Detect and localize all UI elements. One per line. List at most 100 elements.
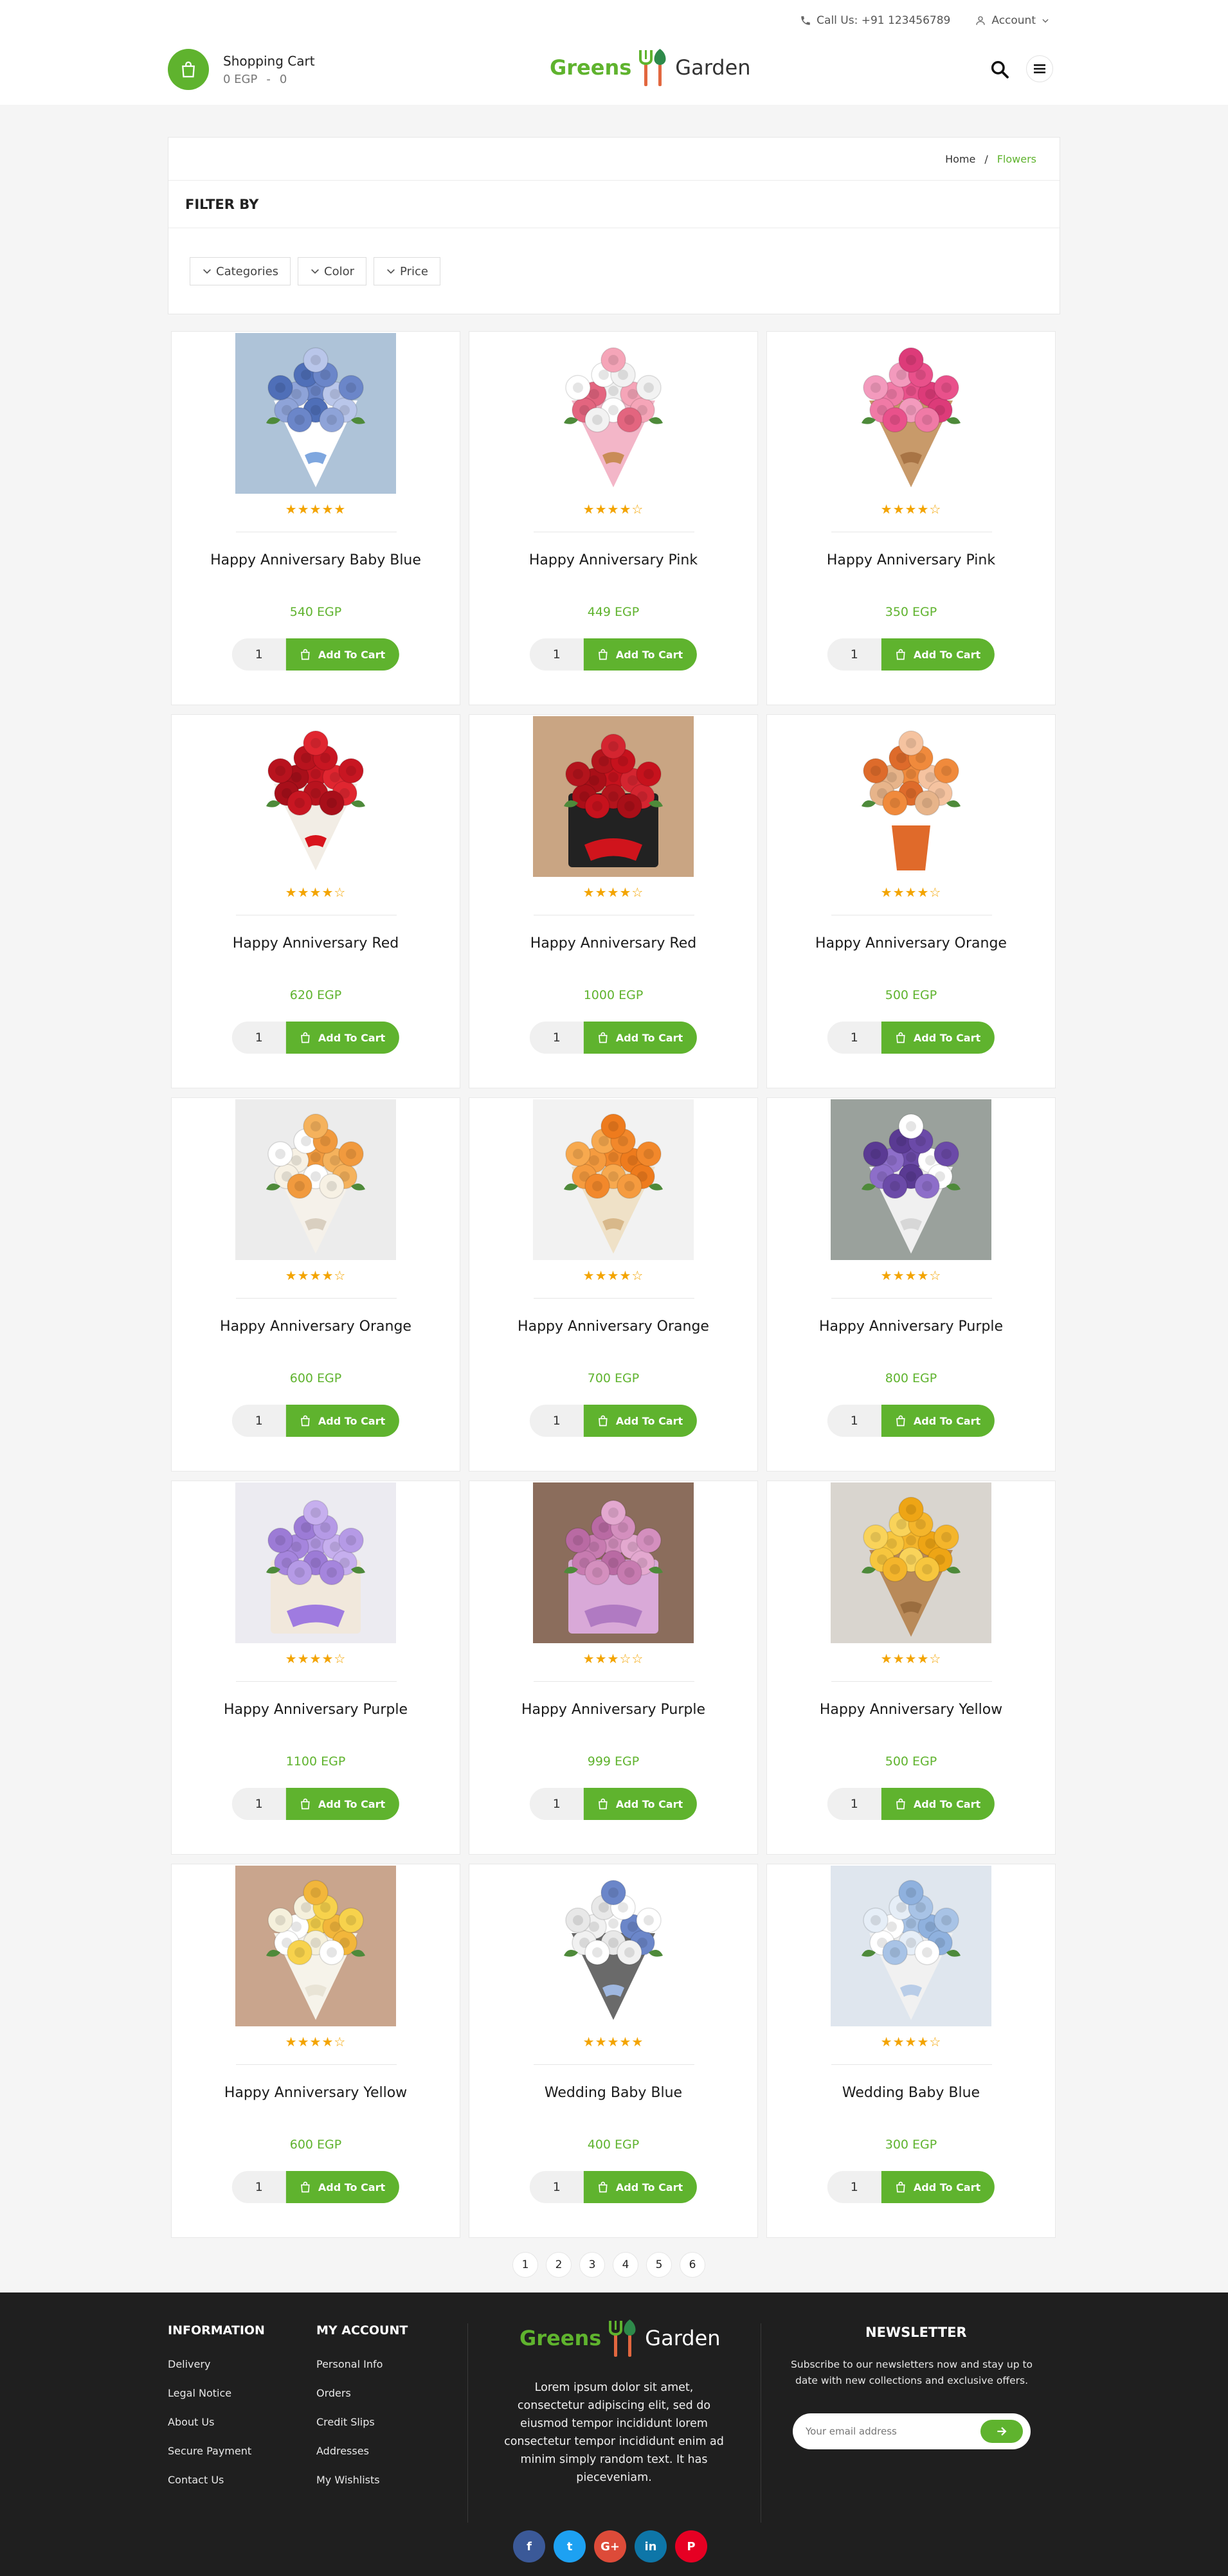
footer-link-about-us[interactable]: About Us [168, 2416, 251, 2445]
quantity-input[interactable]: 1 [529, 1788, 584, 1820]
linkedin-icon[interactable]: in [635, 2530, 667, 2562]
quantity-input[interactable]: 1 [231, 638, 286, 671]
product-image[interactable] [831, 1866, 991, 2026]
product-image[interactable] [235, 1099, 396, 1260]
footer-link-orders[interactable]: Orders [316, 2387, 383, 2416]
quantity-input[interactable]: 1 [827, 1405, 881, 1437]
product-image[interactable] [235, 716, 396, 877]
quantity-input[interactable]: 1 [827, 1788, 881, 1820]
product-image[interactable] [831, 1099, 991, 1260]
cart-icon-circle[interactable] [168, 49, 209, 90]
product-image[interactable] [831, 1482, 991, 1643]
menu-button[interactable] [1026, 55, 1053, 82]
account-menu[interactable]: Account [975, 14, 1050, 27]
product-card[interactable]: ★★★★☆ Happy Anniversary Purple 800 EGP 1 Add… [766, 1097, 1056, 1472]
product-name[interactable]: Happy Anniversary Orange [767, 935, 1055, 951]
product-card[interactable]: ★★★★★ Happy Anniversary Baby Blue 540 EGP 1… [171, 331, 460, 705]
product-name[interactable]: Happy Anniversary Baby Blue [172, 552, 460, 568]
product-name[interactable]: Happy Anniversary Purple [469, 1702, 757, 1718]
add-to-cart-button[interactable]: Add To Cart [285, 1405, 400, 1437]
twitter-icon[interactable]: t [554, 2530, 586, 2562]
quantity-input[interactable]: 1 [529, 1405, 584, 1437]
footer-link-personal-info[interactable]: Personal Info [316, 2358, 383, 2387]
quantity-input[interactable]: 1 [529, 2171, 584, 2203]
add-to-cart-button[interactable]: Add To Cart [881, 2171, 995, 2203]
quantity-input[interactable]: 1 [529, 638, 584, 671]
footer-link-secure-payment[interactable]: Secure Payment [168, 2445, 251, 2474]
product-image[interactable] [533, 333, 694, 494]
product-image[interactable] [533, 1866, 694, 2026]
product-card[interactable]: ★★★★☆ Happy Anniversary Yellow 500 EGP 1 Add… [766, 1481, 1056, 1855]
page-3-button[interactable]: 3 [579, 2252, 605, 2278]
filter-categories-button[interactable]: Categories [190, 257, 291, 285]
product-card[interactable]: ★★★★☆ Happy Anniversary Orange 500 EGP 1 Add… [766, 714, 1056, 1088]
product-card[interactable]: ★★★★★ Wedding Baby Blue 400 EGP 1 Add To Car… [469, 1864, 758, 2238]
product-name[interactable]: Happy Anniversary Pink [767, 552, 1055, 568]
quantity-input[interactable]: 1 [827, 2171, 881, 2203]
product-card[interactable]: ★★★★☆ Happy Anniversary Red 620 EGP 1 Add To… [171, 714, 460, 1088]
add-to-cart-button[interactable]: Add To Cart [881, 1022, 995, 1054]
product-image[interactable] [533, 1099, 694, 1260]
page-5-button[interactable]: 5 [646, 2252, 672, 2278]
page-6-button[interactable]: 6 [680, 2252, 705, 2278]
quantity-input[interactable]: 1 [231, 1405, 286, 1437]
pinterest-icon[interactable]: P [675, 2530, 707, 2562]
product-name[interactable]: Happy Anniversary Orange [172, 1319, 460, 1335]
add-to-cart-button[interactable]: Add To Cart [881, 1405, 995, 1437]
site-logo[interactable]: Greens Garden [550, 48, 751, 87]
search-button[interactable] [989, 59, 1010, 80]
footer-link-addresses[interactable]: Addresses [316, 2445, 383, 2474]
product-name[interactable]: Happy Anniversary Pink [469, 552, 757, 568]
page-4-button[interactable]: 4 [613, 2252, 638, 2278]
filter-price-button[interactable]: Price [374, 257, 440, 285]
add-to-cart-button[interactable]: Add To Cart [583, 1405, 698, 1437]
product-image[interactable] [533, 1482, 694, 1643]
product-name[interactable]: Happy Anniversary Red [469, 935, 757, 951]
product-card[interactable]: ★★★★☆ Happy Anniversary Purple 1100 EGP 1 Ad… [171, 1481, 460, 1855]
product-card[interactable]: ★★★★☆ Happy Anniversary Orange 700 EGP 1 Add… [469, 1097, 758, 1472]
quantity-input[interactable]: 1 [231, 1788, 286, 1820]
footer-link-my-wishlists[interactable]: My Wishlists [316, 2474, 383, 2503]
add-to-cart-button[interactable]: Add To Cart [285, 2171, 400, 2203]
quantity-input[interactable]: 1 [827, 1022, 881, 1054]
product-name[interactable]: Happy Anniversary Yellow [767, 1702, 1055, 1718]
add-to-cart-button[interactable]: Add To Cart [881, 638, 995, 671]
product-name[interactable]: Happy Anniversary Orange [469, 1319, 757, 1335]
product-card[interactable]: ★★★★☆ Happy Anniversary Orange 600 EGP 1 Add… [171, 1097, 460, 1472]
product-card[interactable]: ★★★★☆ Happy Anniversary Red 1000 EGP 1 Add T… [469, 714, 758, 1088]
quantity-input[interactable]: 1 [231, 2171, 286, 2203]
product-image[interactable] [533, 716, 694, 877]
add-to-cart-button[interactable]: Add To Cart [285, 1022, 400, 1054]
product-image[interactable] [235, 333, 396, 494]
product-card[interactable]: ★★★★☆ Wedding Baby Blue 300 EGP 1 Add To Car… [766, 1864, 1056, 2238]
product-image[interactable] [831, 333, 991, 494]
google-plus-icon[interactable]: G+ [594, 2530, 626, 2562]
add-to-cart-button[interactable]: Add To Cart [285, 638, 400, 671]
quantity-input[interactable]: 1 [529, 1022, 584, 1054]
call-us[interactable]: Call Us: +91 123456789 [800, 14, 950, 27]
product-card[interactable]: ★★★★☆ Happy Anniversary Pink 449 EGP 1 Add T… [469, 331, 758, 705]
product-card[interactable]: ★★★★☆ Happy Anniversary Yellow 600 EGP 1 Add… [171, 1864, 460, 2238]
product-image[interactable] [235, 1482, 396, 1643]
product-name[interactable]: Happy Anniversary Yellow [172, 2085, 460, 2101]
product-name[interactable]: Happy Anniversary Purple [767, 1319, 1055, 1335]
shopping-cart[interactable]: Shopping Cart 0 EGP - 0 [168, 49, 315, 90]
add-to-cart-button[interactable]: Add To Cart [881, 1788, 995, 1820]
footer-link-contact-us[interactable]: Contact Us [168, 2474, 251, 2503]
add-to-cart-button[interactable]: Add To Cart [583, 638, 698, 671]
breadcrumb-home[interactable]: Home [945, 153, 975, 165]
product-name[interactable]: Wedding Baby Blue [767, 2085, 1055, 2101]
add-to-cart-button[interactable]: Add To Cart [583, 2171, 698, 2203]
product-card[interactable]: ★★★★☆ Happy Anniversary Pink 350 EGP 1 Add T… [766, 331, 1056, 705]
add-to-cart-button[interactable]: Add To Cart [583, 1788, 698, 1820]
footer-link-legal-notice[interactable]: Legal Notice [168, 2387, 251, 2416]
product-image[interactable] [831, 716, 991, 877]
product-name[interactable]: Happy Anniversary Red [172, 935, 460, 951]
footer-link-delivery[interactable]: Delivery [168, 2358, 251, 2387]
filter-color-button[interactable]: Color [298, 257, 367, 285]
footer-link-credit-slips[interactable]: Credit Slips [316, 2416, 383, 2445]
page-1-button[interactable]: 1 [512, 2252, 538, 2278]
add-to-cart-button[interactable]: Add To Cart [583, 1022, 698, 1054]
quantity-input[interactable]: 1 [231, 1022, 286, 1054]
newsletter-email-input[interactable] [806, 2423, 966, 2440]
